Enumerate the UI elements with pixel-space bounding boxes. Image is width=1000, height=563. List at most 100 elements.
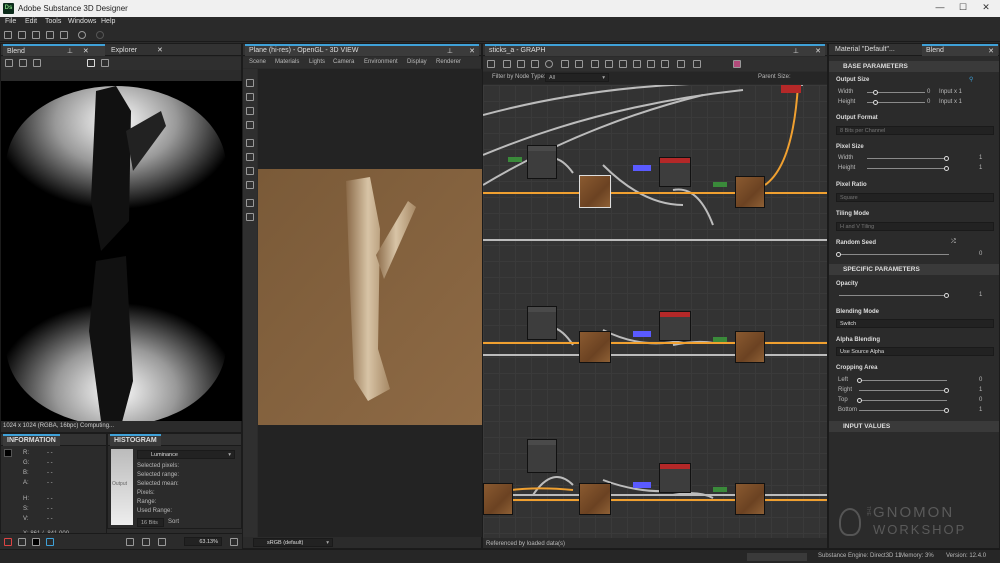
close-icon[interactable]: ✕ [976, 2, 996, 15]
specific-parameters-header[interactable]: SPECIFIC PARAMETERS [829, 264, 999, 275]
tab-blend[interactable]: Blend ⊥ ✕ [3, 44, 105, 56]
minimize-icon[interactable]: — [930, 2, 950, 15]
tiling-icon[interactable] [46, 538, 54, 546]
menu-scene[interactable]: Scene [249, 59, 266, 65]
pixel-ratio-select[interactable]: Square [836, 193, 994, 202]
menu-help[interactable]: Help [101, 18, 115, 25]
environment-icon[interactable] [246, 107, 254, 115]
search-icon[interactable] [545, 60, 553, 68]
background-icon[interactable] [32, 538, 40, 546]
menu-materials[interactable]: Materials [275, 59, 299, 65]
viewport-3d[interactable] [258, 69, 482, 537]
graph-node-blend-2[interactable] [527, 306, 557, 340]
crop-right-slider[interactable] [859, 390, 947, 391]
opacity-slider[interactable] [839, 295, 947, 296]
graph-node-red-top[interactable] [781, 85, 801, 93]
save-icon[interactable] [46, 31, 54, 39]
rgba-icon[interactable] [4, 538, 12, 546]
close-explorer-icon[interactable]: ✕ [157, 47, 163, 54]
save-image-icon[interactable] [19, 59, 27, 67]
axis-icon[interactable] [246, 153, 254, 161]
align-icon[interactable] [561, 60, 569, 68]
frame-icon[interactable] [246, 139, 254, 147]
width-value[interactable]: 0 [927, 89, 930, 95]
menu-windows[interactable]: Windows [68, 18, 96, 25]
graph-node-curvature-3[interactable] [659, 463, 691, 493]
height-relative[interactable]: Input x 1 [939, 99, 962, 105]
add-node-icon[interactable] [517, 60, 525, 68]
crop-left-knob[interactable] [857, 378, 862, 383]
stats-icon[interactable] [246, 213, 254, 221]
channels-icon[interactable] [5, 59, 13, 67]
fit-icon[interactable] [142, 538, 150, 546]
zoom-in-icon[interactable] [158, 538, 166, 546]
cube-icon[interactable] [246, 181, 254, 189]
crop-right-value[interactable]: 1 [979, 387, 982, 393]
wireframe-icon[interactable] [246, 199, 254, 207]
open-icon[interactable] [32, 31, 40, 39]
graph-node-blend-wood-3[interactable] [579, 483, 611, 515]
px-width-value[interactable]: 1 [979, 155, 982, 161]
camera-icon[interactable] [246, 79, 254, 87]
menu-tools[interactable]: Tools [45, 18, 61, 25]
base-parameters-header[interactable]: BASE PARAMETERS [829, 61, 999, 72]
graph-node-blend-3[interactable] [527, 439, 557, 473]
crop-bottom-value[interactable]: 1 [979, 407, 982, 413]
graph-node-output-2[interactable] [735, 331, 765, 363]
random-seed-value[interactable]: 0 [979, 251, 982, 257]
copy-icon[interactable] [33, 59, 41, 67]
screenshot-icon[interactable] [246, 121, 254, 129]
colorspace-select[interactable]: sRGB (default) ▾ [253, 538, 333, 547]
close-tab-icon[interactable]: ✕ [83, 48, 89, 55]
px-width-slider[interactable] [867, 158, 947, 159]
save-all-icon[interactable] [60, 31, 68, 39]
width-relative[interactable]: Input x 1 [939, 89, 962, 95]
crop-bottom-knob[interactable] [944, 408, 949, 413]
graph-node-output-3[interactable] [735, 483, 765, 515]
height-value[interactable]: 0 [927, 99, 930, 105]
graph-node-gradient-3[interactable] [483, 483, 513, 515]
tab-properties-blend[interactable]: Blend ✕ [922, 44, 998, 56]
tab-explorer[interactable]: Explorer ✕ [107, 44, 167, 56]
redo-icon[interactable] [96, 31, 104, 39]
crop-top-knob[interactable] [857, 398, 862, 403]
crop-right-knob[interactable] [944, 388, 949, 393]
layout-icon[interactable] [575, 60, 583, 68]
comment-icon[interactable] [605, 60, 613, 68]
opacity-knob[interactable] [944, 293, 949, 298]
tab-histogram[interactable]: HISTOGRAM [110, 434, 161, 446]
graph-node-selected[interactable] [579, 175, 611, 208]
tab-material[interactable]: Material "Default"... [831, 44, 921, 56]
graph-node-curvature-1[interactable] [659, 157, 691, 187]
light-icon[interactable] [246, 93, 254, 101]
library-icon[interactable] [531, 60, 539, 68]
lock-icon[interactable] [230, 538, 238, 546]
output-size-link-icon[interactable]: ⚲ [969, 76, 973, 83]
close-3d-icon[interactable]: ✕ [469, 47, 475, 55]
frame-node-icon[interactable] [591, 60, 599, 68]
graph-node-output-1[interactable] [735, 176, 765, 208]
menu-lights[interactable]: Lights [309, 59, 325, 65]
view-2d-image[interactable] [1, 81, 242, 421]
tab-3d-view[interactable]: Plane (hi-res) - OpenGL - 3D VIEW ⊥ ✕ [245, 44, 479, 56]
bit-depth-select[interactable]: 16 Bits [137, 518, 164, 527]
graph-menu-icon[interactable] [487, 60, 495, 68]
blending-mode-select[interactable]: Switch [836, 319, 994, 328]
menu-display[interactable]: Display [407, 59, 427, 65]
fullscreen-icon[interactable] [693, 60, 701, 68]
tiling-mode-select[interactable]: H and V Tiling [836, 222, 994, 231]
random-seed-slider[interactable] [839, 254, 949, 255]
width-slider-knob[interactable] [873, 90, 878, 95]
pin-node-icon[interactable] [619, 60, 627, 68]
crop-left-value[interactable]: 0 [979, 377, 982, 383]
info-icon[interactable] [87, 59, 95, 67]
menu-environment[interactable]: Environment [364, 59, 398, 65]
crop-top-value[interactable]: 0 [979, 397, 982, 403]
menu-camera[interactable]: Camera [333, 59, 354, 65]
maximize-icon[interactable]: ☐ [953, 2, 973, 15]
fit-graph-icon[interactable] [677, 60, 685, 68]
alpha-icon[interactable] [18, 538, 26, 546]
histogram-mode-select[interactable]: Luminance ▾ [137, 450, 235, 459]
tab-information[interactable]: INFORMATION [3, 434, 60, 446]
output-format-select[interactable]: 8 Bits per Channel [836, 126, 994, 135]
